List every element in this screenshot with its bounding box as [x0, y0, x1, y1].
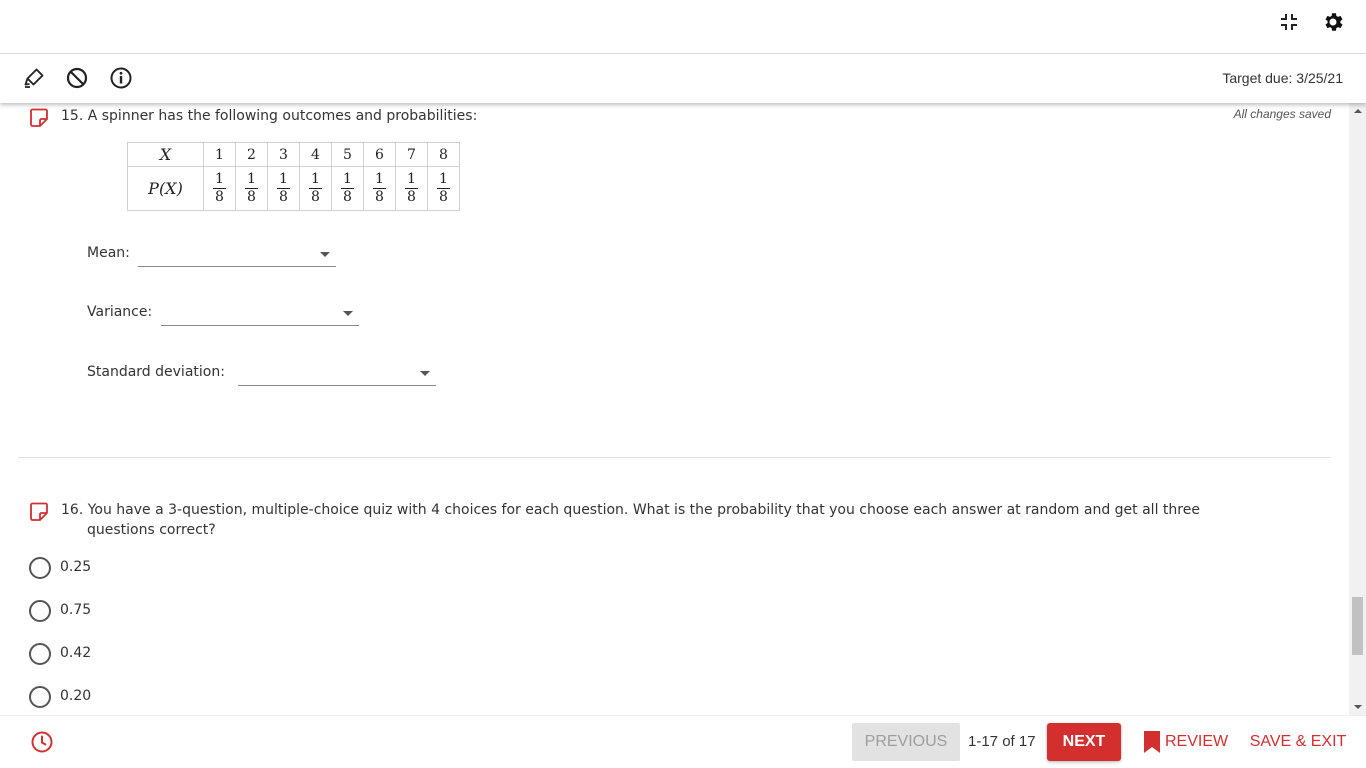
denominator: 8	[375, 189, 384, 205]
vertical-scrollbar[interactable]	[1349, 103, 1366, 715]
variance-dropdown[interactable]	[161, 302, 359, 326]
question-divider	[18, 457, 1331, 458]
mean-dropdown[interactable]	[138, 243, 336, 267]
px-header: P(X)	[127, 166, 204, 211]
question-16-text: 16. You have a 3-question, multiple-choi…	[61, 500, 1301, 540]
caret-down-icon	[320, 252, 330, 257]
denominator: 8	[311, 189, 320, 205]
question-15-text: 15. A spinner has the following outcomes…	[61, 106, 477, 126]
clock-icon[interactable]	[30, 730, 54, 754]
probability-cell: 18	[395, 166, 428, 211]
numerator: 1	[245, 171, 258, 189]
previous-button[interactable]: PREVIOUS	[852, 723, 960, 761]
numerator: 1	[437, 171, 450, 189]
denominator: 8	[407, 189, 416, 205]
highlighter-icon[interactable]	[22, 66, 46, 90]
probability-cell: 18	[331, 166, 364, 211]
numerator: 1	[341, 171, 354, 189]
denominator: 8	[439, 189, 448, 205]
save-status: All changes saved	[1233, 107, 1331, 121]
sd-label: Standard deviation:	[87, 364, 225, 380]
note-icon[interactable]	[29, 108, 49, 128]
caret-down-icon	[420, 371, 430, 376]
denominator: 8	[343, 189, 352, 205]
option-label: 0.42	[60, 645, 92, 661]
radio-button[interactable]	[29, 686, 51, 708]
collapse-icon[interactable]	[1277, 10, 1301, 34]
probability-cell: 18	[299, 166, 332, 211]
denominator: 8	[247, 189, 256, 205]
outcome-cell: 3	[267, 142, 300, 167]
variance-label: Variance:	[87, 304, 153, 320]
outcome-cell: 1	[203, 142, 236, 167]
outcome-cell: 8	[427, 142, 460, 167]
caret-down-icon	[343, 311, 353, 316]
option-label: 0.75	[60, 602, 92, 618]
scrollbar-thumb[interactable]	[1352, 597, 1363, 655]
radio-button[interactable]	[29, 600, 51, 622]
question-pager[interactable]: 1-17 of 17	[968, 733, 1036, 750]
table-row: P(X) 18 18 18 18 18 18 18 18	[127, 166, 460, 211]
probability-cell: 18	[235, 166, 268, 211]
bottom-bar: PREVIOUS 1-17 of 17 NEXT REVIEW SAVE & E…	[0, 715, 1366, 768]
outcome-cell: 7	[395, 142, 428, 167]
toolbar: Target due: 3/25/21	[0, 54, 1366, 103]
question-number: 16.	[61, 502, 84, 518]
radio-button[interactable]	[29, 557, 51, 579]
outcome-cell: 4	[299, 142, 332, 167]
info-icon[interactable]	[109, 66, 133, 90]
option-label: 0.25	[60, 559, 92, 575]
question-prompt-line-1: You have a 3-question, multiple-choice q…	[87, 502, 1200, 518]
radio-button[interactable]	[29, 643, 51, 665]
probability-table: X 1 2 3 4 5 6 7 8 P(X) 18 18 18 18 18 18…	[127, 142, 460, 211]
outcome-cell: 5	[331, 142, 364, 167]
option-label: 0.20	[60, 688, 92, 704]
question-content: All changes saved 15. A spinner has the …	[0, 103, 1349, 715]
outcome-cell: 6	[363, 142, 396, 167]
note-icon[interactable]	[29, 502, 49, 522]
target-due: Target due: 3/25/21	[1222, 70, 1343, 86]
save-and-exit-button[interactable]: SAVE & EXIT	[1245, 723, 1351, 761]
table-row: X 1 2 3 4 5 6 7 8	[127, 142, 460, 167]
bookmark-icon	[1144, 731, 1160, 753]
numerator: 1	[309, 171, 322, 189]
review-label: REVIEW	[1165, 733, 1229, 750]
numerator: 1	[373, 171, 386, 189]
numerator: 1	[277, 171, 290, 189]
denominator: 8	[279, 189, 288, 205]
numerator: 1	[405, 171, 418, 189]
probability-cell: 18	[363, 166, 396, 211]
eliminator-icon[interactable]	[65, 66, 89, 90]
mean-label: Mean:	[87, 245, 130, 261]
question-number: 15.	[61, 108, 84, 124]
probability-cell: 18	[427, 166, 460, 211]
denominator: 8	[215, 189, 224, 205]
next-button[interactable]: NEXT	[1047, 723, 1121, 761]
gear-icon[interactable]	[1321, 10, 1345, 34]
x-header: X	[127, 142, 204, 167]
review-button[interactable]: REVIEW	[1141, 723, 1231, 761]
question-prompt: A spinner has the following outcomes and…	[87, 108, 478, 124]
numerator: 1	[213, 171, 226, 189]
probability-cell: 18	[203, 166, 236, 211]
scroll-up-arrow-icon[interactable]	[1354, 109, 1362, 113]
probability-cell: 18	[267, 166, 300, 211]
question-prompt-line-2: questions correct?	[87, 522, 216, 538]
sd-dropdown[interactable]	[238, 362, 436, 386]
top-bar	[0, 0, 1366, 54]
scroll-down-arrow-icon[interactable]	[1354, 705, 1362, 709]
outcome-cell: 2	[235, 142, 268, 167]
